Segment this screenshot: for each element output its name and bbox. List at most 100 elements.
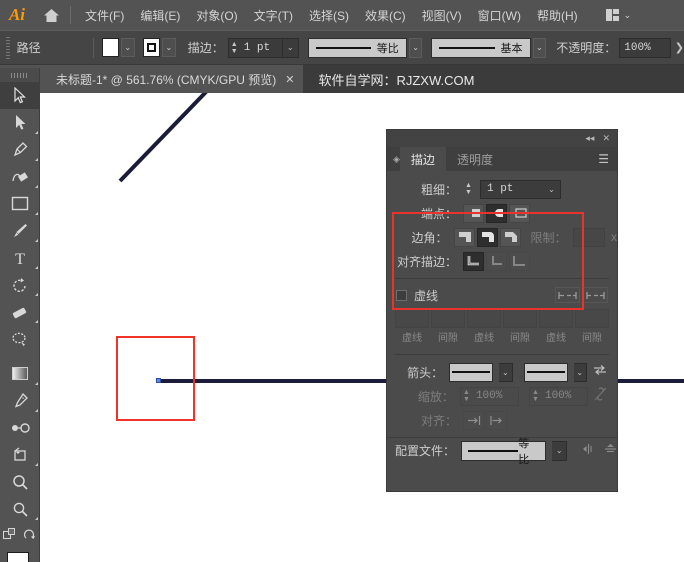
menu-edit[interactable]: 编辑(E) <box>132 3 188 28</box>
profile-dropdown[interactable]: ⌄ <box>552 440 567 461</box>
tool-curvature[interactable] <box>0 163 40 190</box>
fill-swatch-dropdown[interactable]: ⌄ <box>120 38 135 57</box>
weight-field[interactable]: 1 pt ⌄ <box>480 179 561 199</box>
tool-direct-selection[interactable] <box>0 109 40 136</box>
flip-along-icon[interactable] <box>604 443 617 458</box>
scale-end-value[interactable]: 100% <box>541 390 571 402</box>
tool-eraser[interactable] <box>0 298 40 325</box>
dashed-line-checkbox[interactable] <box>396 289 407 301</box>
tab-stroke[interactable]: 描边 <box>399 147 446 171</box>
tool-eyedropper[interactable] <box>0 387 40 414</box>
tool-artboard[interactable] <box>0 468 40 495</box>
broken-link-icon[interactable] <box>594 386 617 406</box>
stroke-weight-stepper[interactable]: ▲ ▼ <box>229 41 240 55</box>
tab-transparency[interactable]: 透明度 <box>446 147 504 171</box>
brush-definition-dropdown[interactable]: ⌄ <box>532 37 547 58</box>
menu-type[interactable]: 文字(T) <box>246 3 301 28</box>
scale-end-field[interactable]: ▲ ▼ 100% <box>528 386 588 406</box>
round-cap-icon[interactable] <box>486 203 507 223</box>
menu-object[interactable]: 对象(O) <box>188 3 245 28</box>
miter-join-icon[interactable] <box>453 227 475 247</box>
arrowhead-start-dropdown[interactable]: ⌄ <box>499 362 513 382</box>
arrowhead-end-dropdown[interactable]: ⌄ <box>573 362 587 382</box>
scale-start-stepper[interactable]: ▲ ▼ <box>461 389 472 403</box>
brush-definition-preview[interactable]: 基本 <box>431 37 531 58</box>
dash-align-icon[interactable] <box>583 287 608 303</box>
width-profile-row: 配置文件： 等比 ⌄ <box>387 437 617 466</box>
align-center-icon[interactable] <box>463 251 484 271</box>
menu-window[interactable]: 窗口(W) <box>470 3 529 28</box>
tool-zoom[interactable] <box>0 495 40 522</box>
gap-field-2[interactable] <box>503 309 537 328</box>
butt-cap-icon[interactable] <box>463 203 484 223</box>
panel-title-bar[interactable]: ◂◂ ✕ <box>387 130 617 147</box>
tool-lasso[interactable] <box>0 325 40 352</box>
close-icon[interactable]: ✕ <box>602 133 610 144</box>
scale-start-value[interactable]: 100% <box>472 390 502 402</box>
round-join-icon[interactable] <box>476 227 498 247</box>
default-fill-stroke-icon[interactable] <box>23 528 36 546</box>
chevron-down-icon[interactable]: ⌄ <box>543 180 560 199</box>
panel-drag-dot-icon[interactable]: ◈ <box>387 147 400 171</box>
scale-start-field[interactable]: ▲ ▼ 100% <box>459 386 519 406</box>
bevel-join-icon[interactable] <box>499 227 521 247</box>
arrange-documents-button[interactable]: ⌄ <box>602 7 636 23</box>
tool-type[interactable]: T <box>0 244 40 271</box>
stroke-weight-value[interactable]: 1 pt <box>240 38 282 58</box>
opacity-expand-arrow[interactable]: ❯ <box>675 41 684 54</box>
dash-field-3[interactable] <box>539 309 573 328</box>
home-icon[interactable] <box>34 0 68 30</box>
close-icon[interactable]: ✕ <box>285 73 294 86</box>
tool-paintbrush[interactable] <box>0 217 40 244</box>
projecting-cap-icon[interactable] <box>509 203 530 223</box>
menu-view[interactable]: 视图(V) <box>414 3 470 28</box>
tool-pen[interactable] <box>0 136 40 163</box>
swap-fill-stroke-icon[interactable] <box>2 528 17 546</box>
collapse-icon[interactable]: ◂◂ <box>585 133 594 144</box>
dash-field-2[interactable] <box>467 309 501 328</box>
stroke-swatch-dropdown[interactable]: ⌄ <box>161 38 176 57</box>
weight-stepper[interactable]: ▲ ▼ <box>463 182 474 196</box>
fill-color-swatch[interactable] <box>101 38 119 57</box>
menu-file[interactable]: 文件(F) <box>77 3 132 28</box>
dash-preserve-icon[interactable] <box>555 287 580 303</box>
control-bar-grip[interactable] <box>6 36 10 59</box>
tool-rectangle[interactable] <box>0 190 40 217</box>
menu-effect[interactable]: 效果(C) <box>357 3 414 28</box>
place-arrow-icon[interactable] <box>486 410 507 430</box>
weight-value[interactable]: 1 pt <box>481 183 543 195</box>
miter-limit-field[interactable] <box>572 227 605 247</box>
gap-field-3[interactable] <box>575 309 609 328</box>
arrowhead-start-select[interactable] <box>449 362 494 382</box>
variable-width-profile-preview[interactable]: 等比 <box>307 37 407 58</box>
panel-menu-icon[interactable]: ☰ <box>598 147 617 171</box>
tool-blend[interactable] <box>0 414 40 441</box>
document-tab[interactable]: 未标题-1* @ 561.76% (CMYK/GPU 预览) ✕ <box>44 65 305 93</box>
fill-indicator-swatch[interactable] <box>7 552 29 562</box>
extend-arrow-icon[interactable] <box>463 410 484 430</box>
gap-field-1[interactable] <box>431 309 465 328</box>
profile-select[interactable]: 等比 <box>461 438 547 466</box>
tool-selection[interactable] <box>0 82 40 109</box>
diagonal-path[interactable] <box>118 93 344 183</box>
tool-gradient[interactable] <box>0 360 40 387</box>
opacity-value-field[interactable]: 100% <box>619 37 671 58</box>
anchor-point[interactable] <box>156 378 161 383</box>
arrowhead-end-select[interactable] <box>523 362 568 382</box>
width-profile-dropdown[interactable]: ⌄ <box>408 37 423 58</box>
menu-select[interactable]: 选择(S) <box>301 3 357 28</box>
stroke-weight-dropdown[interactable]: ⌄ <box>281 37 298 58</box>
align-outside-icon[interactable] <box>509 251 530 271</box>
app-logo-icon: Ai <box>8 5 26 24</box>
tool-shape-builder[interactable] <box>0 441 40 468</box>
dash-field-1[interactable] <box>395 309 429 328</box>
flip-across-icon[interactable] <box>582 443 595 458</box>
scale-end-stepper[interactable]: ▲ ▼ <box>530 389 541 403</box>
tool-rotate[interactable] <box>0 271 40 298</box>
menu-help[interactable]: 帮助(H) <box>529 3 586 28</box>
swap-arrows-icon[interactable] <box>593 363 617 381</box>
stroke-weight-field[interactable]: ▲ ▼ 1 pt ⌄ <box>227 37 299 58</box>
stroke-color-swatch[interactable] <box>142 38 160 57</box>
align-inside-icon[interactable] <box>486 251 507 271</box>
tools-panel-grip[interactable] <box>0 68 39 82</box>
